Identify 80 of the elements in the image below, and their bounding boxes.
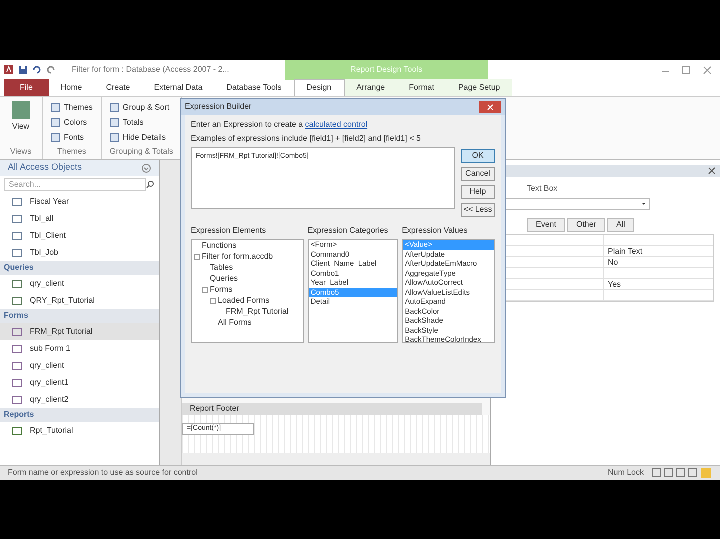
close-icon[interactable] <box>708 167 716 175</box>
property-value: No <box>607 257 618 267</box>
list-heading: Expression Elements <box>191 225 268 237</box>
search-field[interactable]: Search... <box>4 178 146 191</box>
tree-item[interactable]: Filter for form.accdb <box>194 251 301 262</box>
list-heading: Expression Categories <box>308 225 390 237</box>
section-header[interactable]: Reports <box>0 408 159 422</box>
calculated-control-link[interactable]: calculated control <box>305 120 368 129</box>
nav-item[interactable]: Fiscal Year <box>0 193 159 210</box>
group-label: Views <box>9 146 33 158</box>
section-header[interactable]: Queries <box>0 261 159 275</box>
view-button[interactable]: View <box>8 101 34 133</box>
property-tab[interactable]: Other <box>567 218 606 232</box>
tree-item[interactable]: Loaded Forms <box>194 295 301 306</box>
undo-icon[interactable] <box>32 65 42 75</box>
ribbon-tab[interactable]: Format <box>397 79 446 96</box>
nav-item[interactable]: sub Form 1 <box>0 340 159 357</box>
app-icon[interactable] <box>4 65 14 75</box>
nav-item[interactable]: qry_client <box>0 357 159 374</box>
contextual-tab-header: Report Design Tools <box>285 60 488 80</box>
dialog-button[interactable]: Help <box>461 185 495 199</box>
tree-item[interactable]: Forms <box>194 284 301 295</box>
tree-item[interactable]: FRM_Rpt Tutorial <box>194 306 301 317</box>
examples-text: Examples of expressions include [field1] + [field2] and [field1] < 5 <box>191 133 422 145</box>
group-label: Themes <box>56 146 88 158</box>
ribbon-tab[interactable]: Home <box>48 79 94 96</box>
status-text: Form name or expression to use as source for control <box>8 467 198 479</box>
dialog-button[interactable]: OK <box>461 149 495 163</box>
nav-item[interactable]: qry_client2 <box>0 391 159 408</box>
ribbon-button[interactable]: Themes <box>51 101 93 114</box>
tree-item[interactable]: Tables <box>194 262 301 273</box>
horizontal-scrollbar[interactable] <box>182 453 490 465</box>
ribbon-tab[interactable]: File <box>4 79 49 96</box>
nav-item[interactable]: Rpt_Tutorial <box>0 422 159 439</box>
property-value: Yes <box>607 279 622 289</box>
report-icon <box>12 426 22 434</box>
ribbon-tab[interactable]: Database Tools <box>214 79 294 96</box>
close-button[interactable] <box>479 101 501 113</box>
save-icon[interactable] <box>18 65 28 75</box>
maximize-icon[interactable] <box>682 66 691 74</box>
ribbon-tab[interactable]: Arrange <box>344 79 398 96</box>
tree-item[interactable]: Functions <box>194 240 301 251</box>
ribbon-tab[interactable]: Design <box>294 79 345 96</box>
nav-item[interactable]: Tbl_Job <box>0 244 159 261</box>
nav-item[interactable]: Tbl_Client <box>0 227 159 244</box>
dialog-button[interactable]: << Less <box>461 203 495 217</box>
ribbon-button[interactable]: Colors <box>51 116 93 129</box>
dialog-title: Expression Builder <box>185 101 252 113</box>
nav-item[interactable]: Tbl_all <box>0 210 159 227</box>
close-icon <box>486 104 494 110</box>
search-icon[interactable] <box>146 180 155 189</box>
ribbon-button[interactable]: Fonts <box>51 131 93 144</box>
nav-item[interactable]: qry_client1 <box>0 374 159 391</box>
dialog-button[interactable]: Cancel <box>461 167 495 181</box>
section-header[interactable]: Forms <box>0 309 159 323</box>
ribbon-button[interactable]: Totals <box>110 116 170 129</box>
view-icons-drawing[interactable] <box>652 468 712 478</box>
intro-text: Enter an Expression to create a calculated control <box>191 119 369 131</box>
redo-icon[interactable] <box>46 65 56 75</box>
nav-item[interactable]: qry_client <box>0 275 159 292</box>
list-heading: Expression Values <box>402 225 469 237</box>
nav-item[interactable]: QRY_Rpt_Tutorial <box>0 292 159 309</box>
tree-item[interactable]: All Forms <box>194 317 301 328</box>
group-label: Grouping & Totals <box>110 146 174 158</box>
nav-item[interactable]: FRM_Rpt Tutorial <box>0 323 159 340</box>
chevron-icon[interactable] <box>142 164 151 172</box>
property-tab[interactable]: All <box>607 218 634 232</box>
ribbon-tab[interactable]: Create <box>94 79 142 96</box>
ribbon-button[interactable]: Group & Sort <box>110 101 170 114</box>
report-footer-band[interactable]: Report Footer <box>182 403 482 415</box>
selection-type: Text Box <box>526 183 559 195</box>
ribbon-tab[interactable]: Page Setup <box>446 79 512 96</box>
ribbon-button[interactable]: Hide Details <box>110 131 170 144</box>
status-mode: Num Lock <box>608 467 644 479</box>
property-tab[interactable]: Event <box>527 218 566 232</box>
close-icon[interactable] <box>703 66 712 74</box>
property-value: Plain Text <box>607 246 643 256</box>
window-title: Filter for form : Database (Access 2007 - 2... <box>72 64 230 76</box>
tree-item[interactable]: Queries <box>194 273 301 284</box>
ribbon-tab[interactable]: External Data <box>142 79 215 96</box>
